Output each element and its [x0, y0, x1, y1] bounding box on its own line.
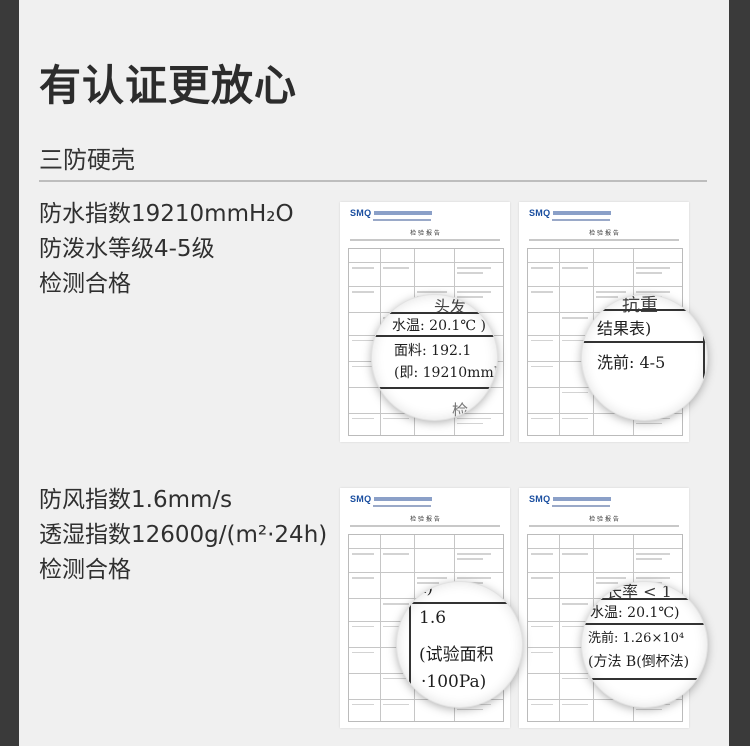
report-logo: SMQ: [350, 208, 433, 218]
spec-line-splash-grade: 防泼水等级4-5级: [39, 236, 215, 262]
lens-text: 水温: 20.1℃): [590, 605, 680, 621]
page-title: 有认证更放心: [39, 61, 298, 110]
spec-line-waterproof-index: 防水指数19210mmH₂O: [39, 201, 294, 227]
magnifier-lens-breathability: 伸长率 < 1 水温: 20.1℃) 洗前: 1.26×10⁴ (方法 B(倒杯…: [582, 582, 707, 707]
spec-line-pass: 检测合格: [39, 271, 131, 297]
lens-text: (即: 19210mmH₂O): [394, 365, 497, 381]
report-logo: SMQ: [529, 208, 612, 218]
lens-text: 头发: [434, 297, 467, 316]
lens-text: 1.6: [419, 608, 447, 628]
report-title: 检 验 报 告: [410, 516, 440, 523]
lens-text: (方法 B(倒杯法): [588, 654, 690, 670]
report-logo-text: SMQ: [529, 208, 551, 218]
lens-text: .a): [411, 582, 434, 598]
report-logo: SMQ: [529, 494, 612, 504]
spec-line-pass: 检测合格: [39, 557, 131, 583]
lens-text: 洗前: 4-5: [597, 353, 666, 372]
lens-text: 抗重: [622, 295, 658, 316]
spec-line-windproof-index: 防风指数1.6mm/s: [39, 487, 233, 513]
spec-block-waterproof: 防水指数19210mmH₂O 防泼水等级4-5级 检测合格: [39, 197, 294, 302]
report-logo-text: SMQ: [350, 494, 372, 504]
lens-text: 面料: 192.1: [394, 343, 472, 359]
section-divider: [39, 180, 707, 182]
section-subtitle: 三防硬壳: [39, 146, 135, 174]
lens-text: 洗前: 1.26×10⁴: [588, 631, 685, 646]
report-logo: SMQ: [350, 494, 433, 504]
report-logo-text: SMQ: [350, 208, 372, 218]
report-title: 检 验 报 告: [410, 230, 440, 237]
magnifier-lens-splash: 抗重 结果表) 洗前: 4-5: [582, 295, 707, 420]
lens-text: ·100Pa): [421, 672, 487, 692]
report-title: 检 验 报 告: [589, 516, 619, 523]
lens-text: (试验面积: [419, 645, 494, 665]
spec-block-windproof: 防风指数1.6mm/s 透湿指数12600g/(m²·24h) 检测合格: [39, 483, 327, 588]
report-logo-text: SMQ: [529, 494, 551, 504]
spec-line-breathability: 透湿指数12600g/(m²·24h): [39, 522, 328, 548]
magnifier-lens-windproof: .a) 1.6 (试验面积 ·100Pa): [397, 582, 522, 707]
report-title: 检 验 报 告: [589, 230, 619, 237]
lens-text: 水温: 20.1℃ ): [392, 318, 486, 334]
lens-text: 结果表): [597, 319, 652, 338]
lens-text: 检: [452, 401, 469, 420]
magnifier-lens-waterproof: 头发 水温: 20.1℃ ) 面料: 192.1 (即: 19210mmH₂O)…: [372, 295, 497, 420]
